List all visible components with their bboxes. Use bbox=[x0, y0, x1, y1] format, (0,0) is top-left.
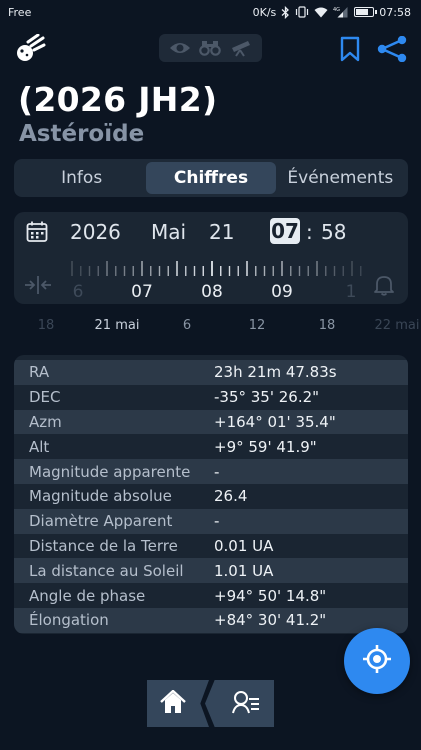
telescope-icon[interactable] bbox=[230, 39, 252, 57]
wifi-icon bbox=[314, 7, 328, 18]
table-row: La distance au Soleil 1.01 UA bbox=[14, 558, 408, 584]
tab-bar: Infos Chiffres Événements bbox=[14, 159, 408, 197]
status-indicators: 0K/s 4G 07:58 bbox=[252, 5, 411, 19]
battery-level-fill bbox=[356, 9, 369, 15]
collapse-icon[interactable] bbox=[24, 274, 52, 300]
row-label: La distance au Soleil bbox=[29, 561, 184, 580]
object-name: (2026 JH2) bbox=[18, 80, 218, 119]
tab-evenements[interactable]: Événements bbox=[276, 162, 405, 194]
ephemeris-table: RA 23h 21m 47.83s DEC -35° 35' 26.2" Azm +1… bbox=[14, 355, 408, 634]
ruler-ticks bbox=[71, 261, 371, 276]
row-value: - bbox=[214, 512, 220, 531]
timeline-label: 22 mai bbox=[374, 318, 420, 333]
clock: 07:58 bbox=[379, 5, 411, 19]
row-label: Diamètre Apparent bbox=[29, 512, 173, 531]
row-value: 26.4 bbox=[214, 487, 248, 506]
tab-infos[interactable]: Infos bbox=[17, 162, 146, 194]
hour-ruler[interactable]: 6 07 08 09 1 bbox=[64, 258, 371, 302]
table-row: Magnitude apparente - bbox=[14, 459, 408, 484]
timeline-label: 6 bbox=[182, 318, 192, 333]
eye-icon[interactable] bbox=[169, 41, 191, 55]
bottom-nav bbox=[147, 680, 274, 727]
day-timeline[interactable]: 18 21 mai 6 12 18 22 mai bbox=[0, 312, 421, 342]
row-label: Magnitude absolue bbox=[29, 487, 172, 506]
row-label: DEC bbox=[29, 388, 61, 407]
day-field[interactable]: 21 bbox=[209, 220, 234, 244]
comet-logo-icon[interactable] bbox=[14, 33, 48, 64]
row-label: Alt bbox=[29, 437, 50, 456]
table-row: Alt +9° 59' 41.9" bbox=[14, 434, 408, 459]
hour-field[interactable]: 07 bbox=[270, 218, 300, 244]
binoculars-icon[interactable] bbox=[199, 40, 222, 56]
network-type: 4G bbox=[333, 7, 340, 13]
crosshair-icon bbox=[361, 643, 393, 679]
row-label: Élongation bbox=[29, 611, 109, 630]
row-label: RA bbox=[29, 363, 50, 382]
table-row: Angle de phase +94° 50' 14.8" bbox=[14, 583, 408, 608]
bluetooth-icon bbox=[281, 5, 290, 19]
carrier-label: Free bbox=[8, 5, 32, 19]
ruler-label: 08 bbox=[201, 282, 223, 302]
row-value: -35° 35' 26.2" bbox=[214, 388, 320, 407]
locate-object-button[interactable] bbox=[344, 628, 410, 694]
row-label: Magnitude apparente bbox=[29, 462, 191, 481]
table-row: RA 23h 21m 47.83s bbox=[14, 360, 408, 385]
battery-icon bbox=[354, 7, 378, 17]
calendar-icon[interactable] bbox=[26, 221, 48, 247]
object-type: Astéroïde bbox=[19, 121, 145, 147]
row-value: +84° 30' 41.2" bbox=[214, 611, 327, 630]
row-value: 0.01 UA bbox=[214, 536, 274, 555]
row-value: +94° 50' 14.8" bbox=[214, 586, 327, 605]
object-list-icon bbox=[231, 690, 260, 718]
row-value: - bbox=[214, 462, 220, 481]
table-row: Diamètre Apparent - bbox=[14, 508, 408, 534]
ruler-label: 07 bbox=[131, 282, 153, 302]
status-bar: Free 0K/s 4G 07:58 bbox=[0, 0, 421, 24]
timeline-label: 18 bbox=[37, 318, 55, 333]
ruler-label: 6 bbox=[72, 282, 84, 302]
row-label: Distance de la Terre bbox=[29, 536, 178, 555]
home-icon bbox=[160, 688, 186, 718]
row-value: +9° 59' 41.9" bbox=[214, 437, 317, 456]
bookmark-icon[interactable] bbox=[338, 36, 362, 62]
network-speed: 0K/s bbox=[252, 5, 277, 19]
timeline-label: 12 bbox=[248, 318, 266, 333]
timeline-label: 18 bbox=[318, 318, 336, 333]
observation-mode-toggle bbox=[159, 34, 262, 62]
row-label: Angle de phase bbox=[29, 586, 146, 605]
row-value: 1.01 UA bbox=[214, 561, 274, 580]
table-row: Distance de la Terre 0.01 UA bbox=[14, 534, 408, 559]
table-row: Azm +164° 01' 35.4" bbox=[14, 409, 408, 435]
minute-field[interactable]: 58 bbox=[321, 220, 346, 244]
signal-icon: 4G bbox=[333, 6, 349, 18]
share-icon[interactable] bbox=[376, 35, 408, 63]
row-value: 23h 21m 47.83s bbox=[214, 363, 337, 382]
bell-icon[interactable] bbox=[373, 274, 395, 300]
timeline-label: 21 mai bbox=[94, 318, 140, 333]
vibrate-icon bbox=[295, 6, 309, 18]
year-field[interactable]: 2026 bbox=[70, 220, 121, 244]
top-bar bbox=[0, 32, 421, 66]
table-row: DEC -35° 35' 26.2" bbox=[14, 385, 408, 410]
table-row: Élongation +84° 30' 41.2" bbox=[14, 607, 408, 633]
row-value: +164° 01' 35.4" bbox=[214, 412, 336, 431]
ruler-label: 09 bbox=[271, 282, 293, 302]
datetime-panel: 2026 Mai 21 07 : 58 6 07 08 09 1 bbox=[14, 212, 408, 304]
month-field[interactable]: Mai bbox=[151, 220, 186, 244]
table-row: Magnitude absolue 26.4 bbox=[14, 484, 408, 509]
tab-chiffres[interactable]: Chiffres bbox=[146, 162, 276, 194]
ruler-label: 1 bbox=[345, 282, 357, 302]
time-separator: : bbox=[306, 220, 313, 244]
home-button[interactable] bbox=[147, 680, 209, 727]
object-list-button[interactable] bbox=[205, 680, 274, 727]
row-label: Azm bbox=[29, 412, 62, 431]
